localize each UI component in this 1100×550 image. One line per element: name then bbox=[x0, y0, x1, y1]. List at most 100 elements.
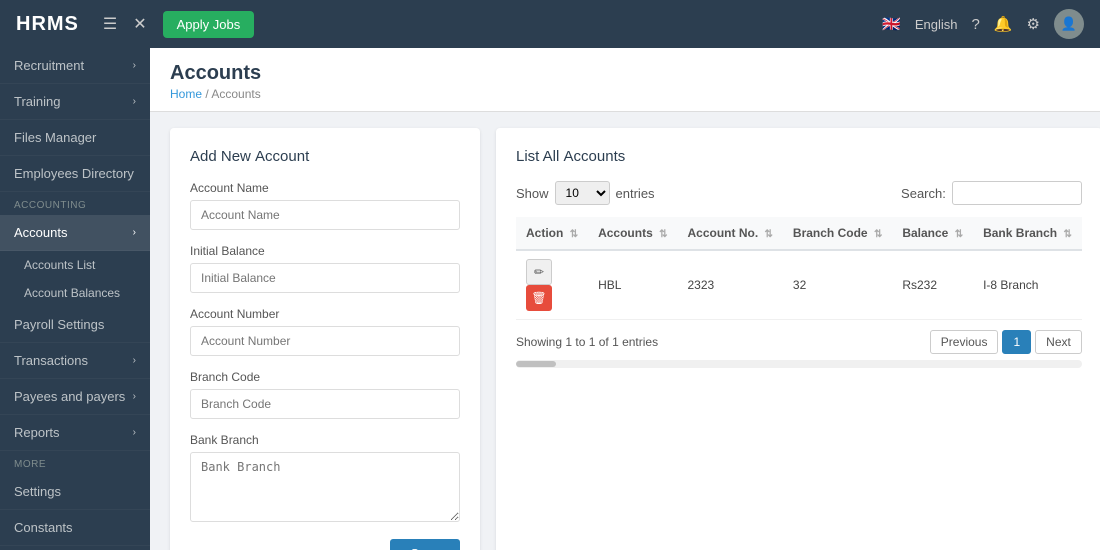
next-page-button[interactable]: Next bbox=[1035, 330, 1082, 354]
bank-branch-cell: I-8 Branch bbox=[973, 250, 1082, 320]
initial-balance-label: Initial Balance bbox=[190, 244, 460, 258]
bank-branch-group: Bank Branch bbox=[190, 433, 460, 525]
table-head: Action ⇅ Accounts ⇅ Account No. ⇅ bbox=[516, 217, 1082, 250]
branch-code-input[interactable] bbox=[190, 389, 460, 419]
page-title: Accounts bbox=[170, 62, 1080, 85]
sidebar-item-transactions[interactable]: Transactions › bbox=[0, 343, 150, 379]
top-nav: HRMS ☰ ✕ Apply Jobs 🇬🇧 English ? 🔔 ⚙ 👤 bbox=[0, 0, 1100, 48]
col-account-no: Account No. ⇅ bbox=[678, 217, 783, 250]
sidebar-item-database-backup[interactable]: Database Backup bbox=[0, 546, 150, 550]
sidebar-sub-account-balances[interactable]: Account Balances bbox=[0, 279, 150, 307]
sidebar-sub-accounts-list[interactable]: Accounts List bbox=[0, 251, 150, 279]
breadcrumb-current: Accounts bbox=[211, 87, 260, 101]
sidebar-item-settings[interactable]: Settings bbox=[0, 474, 150, 510]
search-input[interactable] bbox=[952, 181, 1082, 205]
accounting-section-label: ACCOUNTING bbox=[0, 192, 150, 215]
branch-code-cell: 32 bbox=[783, 250, 892, 320]
list-table-card: List All Accounts Show 10 25 50 100 entr… bbox=[496, 128, 1100, 550]
col-accounts: Accounts ⇅ bbox=[588, 217, 677, 250]
account-name-group: Account Name bbox=[190, 181, 460, 230]
search-label: Search: bbox=[901, 186, 946, 201]
sort-icon[interactable]: ⇅ bbox=[874, 229, 882, 240]
sidebar-item-payees-payers[interactable]: Payees and payers › bbox=[0, 379, 150, 415]
app-logo: HRMS bbox=[16, 13, 79, 36]
sidebar-item-payroll-settings[interactable]: Payroll Settings bbox=[0, 307, 150, 343]
initial-balance-group: Initial Balance bbox=[190, 244, 460, 293]
branch-code-label: Branch Code bbox=[190, 370, 460, 384]
sidebar-item-accounts[interactable]: Accounts › bbox=[0, 215, 150, 251]
col-action: Action ⇅ bbox=[516, 217, 588, 250]
save-button[interactable]: Save bbox=[390, 539, 460, 550]
add-form-title: Add New Account bbox=[190, 148, 460, 165]
col-balance: Balance ⇅ bbox=[892, 217, 973, 250]
chevron-icon: › bbox=[133, 227, 136, 238]
close-icon[interactable]: ✕ bbox=[133, 14, 146, 34]
language-label: English bbox=[915, 17, 958, 32]
account-number-group: Account Number bbox=[190, 307, 460, 356]
table-controls: Show 10 25 50 100 entries Search: bbox=[516, 181, 1082, 205]
current-page-button[interactable]: 1 bbox=[1002, 330, 1031, 354]
accounts-cell: HBL bbox=[588, 250, 677, 320]
account-name-input[interactable] bbox=[190, 200, 460, 230]
delete-button[interactable]: 🗑 bbox=[526, 285, 552, 311]
content-area: Add New Account Account Name Initial Bal… bbox=[150, 112, 1100, 550]
help-icon[interactable]: ? bbox=[972, 16, 980, 33]
avatar[interactable]: 👤 bbox=[1054, 9, 1084, 39]
sort-icon[interactable]: ⇅ bbox=[955, 229, 963, 240]
previous-page-button[interactable]: Previous bbox=[930, 330, 999, 354]
entries-label: entries bbox=[616, 186, 655, 201]
sidebar-item-training[interactable]: Training › bbox=[0, 84, 150, 120]
initial-balance-input[interactable] bbox=[190, 263, 460, 293]
table-header-row: Action ⇅ Accounts ⇅ Account No. ⇅ bbox=[516, 217, 1082, 250]
chevron-icon: › bbox=[133, 60, 136, 71]
showing-text: Showing 1 to 1 of 1 entries bbox=[516, 335, 658, 349]
chevron-icon: › bbox=[133, 96, 136, 107]
sort-icon[interactable]: ⇅ bbox=[570, 229, 578, 240]
account-name-label: Account Name bbox=[190, 181, 460, 195]
sidebar-item-files-manager[interactable]: Files Manager bbox=[0, 120, 150, 156]
scroll-thumb bbox=[516, 361, 556, 367]
breadcrumb-home[interactable]: Home bbox=[170, 87, 202, 101]
col-branch-code: Branch Code ⇅ bbox=[783, 217, 892, 250]
accounts-table: Action ⇅ Accounts ⇅ Account No. ⇅ bbox=[516, 217, 1082, 320]
action-cell: ✏ 🗑 bbox=[516, 250, 588, 320]
gear-icon[interactable]: ⚙ bbox=[1027, 15, 1040, 33]
apply-jobs-button[interactable]: Apply Jobs bbox=[163, 11, 255, 38]
language-flag: 🇬🇧 bbox=[882, 15, 901, 33]
top-nav-right: 🇬🇧 English ? 🔔 ⚙ 👤 bbox=[882, 9, 1084, 39]
sidebar-item-constants[interactable]: Constants bbox=[0, 510, 150, 546]
sidebar: Recruitment › Training › Files Manager E… bbox=[0, 48, 150, 550]
chevron-icon: › bbox=[133, 391, 136, 402]
add-form-card: Add New Account Account Name Initial Bal… bbox=[170, 128, 480, 550]
hamburger-icon[interactable]: ☰ bbox=[103, 14, 117, 34]
table-body: ✏ 🗑 HBL 2323 32 Rs232 I-8 Branch bbox=[516, 250, 1082, 320]
sidebar-item-employees-directory[interactable]: Employees Directory bbox=[0, 156, 150, 192]
sort-icon[interactable]: ⇅ bbox=[659, 229, 667, 240]
account-number-input[interactable] bbox=[190, 326, 460, 356]
pagination: Previous 1 Next bbox=[930, 330, 1082, 354]
balance-cell: Rs232 bbox=[892, 250, 973, 320]
sort-icon[interactable]: ⇅ bbox=[1063, 229, 1071, 240]
list-table-title: List All Accounts bbox=[516, 148, 1082, 165]
bank-branch-label: Bank Branch bbox=[190, 433, 460, 447]
scroll-bar[interactable] bbox=[516, 360, 1082, 368]
sidebar-item-recruitment[interactable]: Recruitment › bbox=[0, 48, 150, 84]
more-section-label: MORE bbox=[0, 451, 150, 474]
bank-branch-input[interactable] bbox=[190, 452, 460, 522]
page-header: Accounts Home / Accounts bbox=[150, 48, 1100, 112]
sidebar-item-reports[interactable]: Reports › bbox=[0, 415, 150, 451]
breadcrumb: Home / Accounts bbox=[170, 87, 1080, 101]
show-label: Show bbox=[516, 186, 549, 201]
edit-button[interactable]: ✏ bbox=[526, 259, 552, 285]
entries-select[interactable]: 10 25 50 100 bbox=[555, 181, 610, 205]
breadcrumb-sep: / bbox=[205, 87, 208, 101]
bell-icon[interactable]: 🔔 bbox=[994, 15, 1013, 33]
sort-icon[interactable]: ⇅ bbox=[765, 229, 773, 240]
account-number-label: Account Number bbox=[190, 307, 460, 321]
table-row: ✏ 🗑 HBL 2323 32 Rs232 I-8 Branch bbox=[516, 250, 1082, 320]
chevron-icon: › bbox=[133, 427, 136, 438]
branch-code-group: Branch Code bbox=[190, 370, 460, 419]
col-bank-branch: Bank Branch ⇅ bbox=[973, 217, 1082, 250]
main-content: Accounts Home / Accounts Add New Account… bbox=[150, 48, 1100, 550]
table-footer: Showing 1 to 1 of 1 entries Previous 1 N… bbox=[516, 330, 1082, 354]
